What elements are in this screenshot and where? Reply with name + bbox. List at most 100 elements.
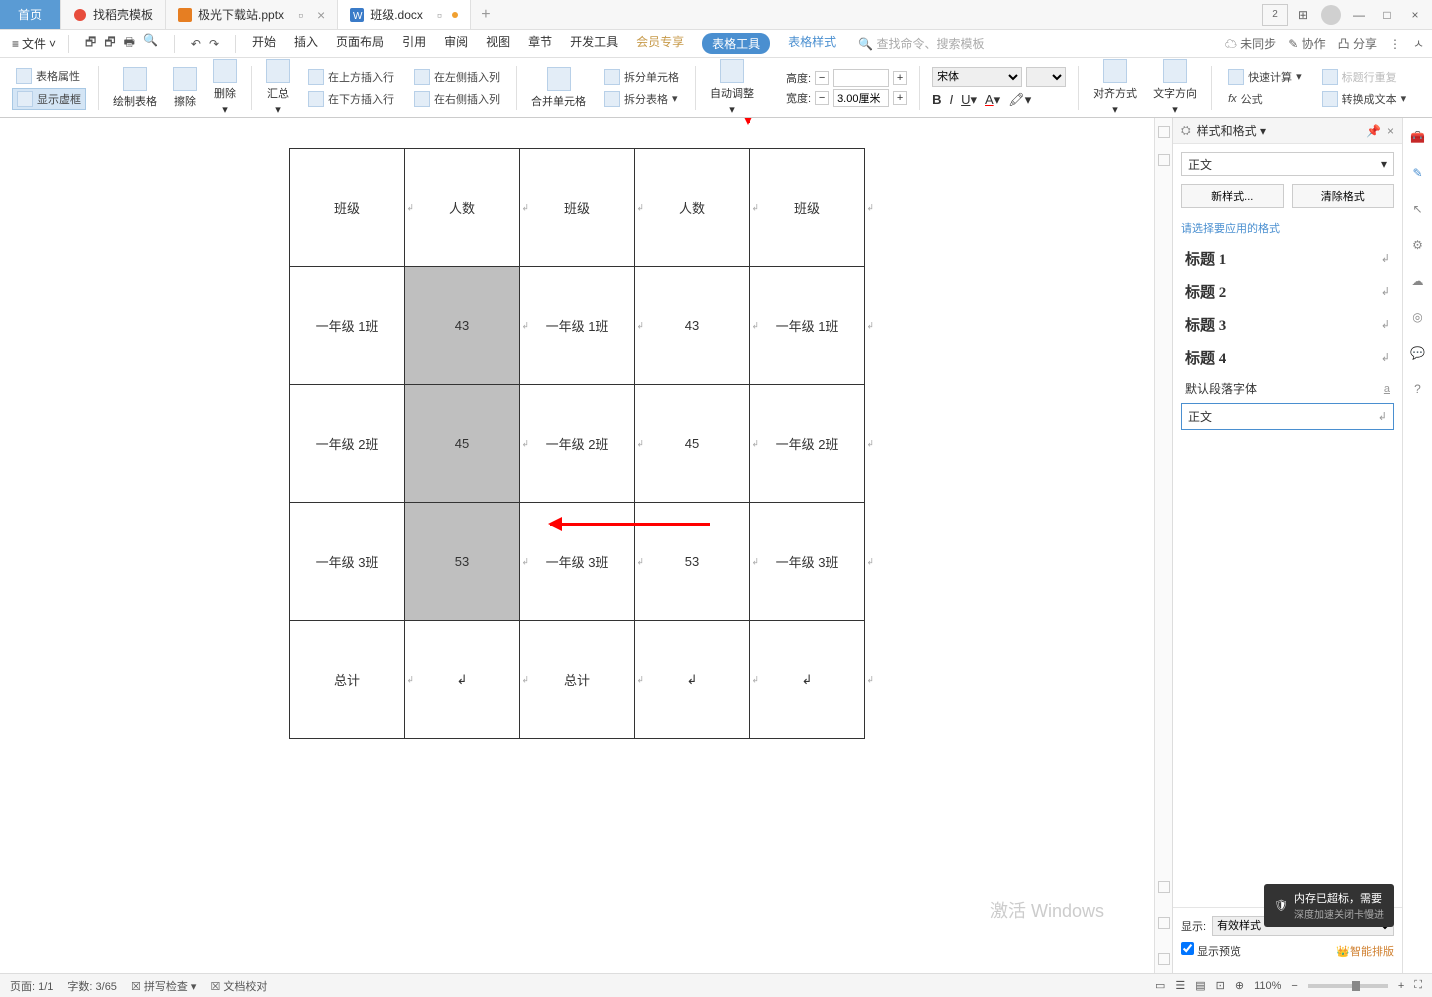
zoom-slider[interactable] (1308, 984, 1388, 988)
tab-table-style[interactable]: 表格样式 (788, 33, 836, 54)
collapse-ribbon-icon[interactable]: ㅅ (1413, 35, 1424, 52)
select-icon[interactable]: ↖ (1409, 200, 1427, 218)
cell-r1c3[interactable]: 一年级 1班↲ (520, 267, 635, 385)
coop-button[interactable]: ✎ 协作 (1288, 35, 1325, 52)
share-button[interactable]: 凸 分享 (1338, 35, 1377, 52)
gutter-icon[interactable] (1158, 881, 1170, 893)
undo-icon[interactable]: ↶ (191, 37, 201, 51)
settings-icon[interactable]: ⚙ (1409, 236, 1427, 254)
style-body[interactable]: 正文↲ (1181, 403, 1394, 430)
quick-calc-button[interactable]: 快速计算▾ (1224, 67, 1306, 87)
split-table-button[interactable]: 拆分表格▾ (600, 89, 683, 109)
cell-r4c1[interactable]: 总计↲ (290, 621, 405, 739)
page-indicator[interactable]: 页面: 1/1 (10, 978, 53, 994)
cell-r3c2[interactable]: 53↲ (405, 503, 520, 621)
toolbox-icon[interactable]: 🧰 (1409, 128, 1427, 146)
font-size-select[interactable] (1026, 67, 1066, 87)
tab-start[interactable]: 开始 (252, 33, 276, 54)
to-text-button[interactable]: 转换成文本▾ (1318, 89, 1411, 109)
view-web-icon[interactable]: ☰ (1175, 979, 1185, 992)
cell-h4[interactable]: 人数↲ (635, 149, 750, 267)
minimize-button[interactable]: — (1346, 4, 1372, 26)
zoom-out-button[interactable]: − (1291, 980, 1297, 992)
zoom-fit-icon[interactable]: ⊕ (1235, 979, 1244, 992)
tab-menu-icon[interactable]: ▫ (298, 7, 303, 23)
tab-layout[interactable]: 页面布局 (336, 33, 384, 54)
search-input[interactable]: 🔍 查找命令、搜索模板 (858, 35, 984, 52)
font-color-button[interactable]: A▾ (985, 92, 1000, 108)
width-plus-button[interactable]: + (893, 91, 907, 105)
tab-table-tools[interactable]: 表格工具 (702, 33, 770, 54)
delete-button[interactable]: 删除▾ (207, 58, 243, 118)
memory-warning[interactable]: 🛡 内存已超标，需要 深度加速关闭卡慢进 (1264, 884, 1394, 927)
chat-icon[interactable]: 💬 (1409, 344, 1427, 362)
style-h3[interactable]: 标题 3↲ (1181, 308, 1394, 341)
clear-format-button[interactable]: 清除格式 (1292, 184, 1395, 208)
cell-r2c3[interactable]: 一年级 2班↲ (520, 385, 635, 503)
autofit-button[interactable]: 自动调整▾ (704, 58, 760, 118)
italic-button[interactable]: I (949, 92, 953, 108)
cell-r2c4[interactable]: 45↲ (635, 385, 750, 503)
preview-checkbox[interactable]: 显示预览 (1181, 942, 1241, 959)
help-icon[interactable]: ? (1409, 380, 1427, 398)
tab-dev[interactable]: 开发工具 (570, 33, 618, 54)
highlight-button[interactable]: 🖍▾ (1008, 92, 1031, 108)
cell-r2c1[interactable]: 一年级 2班↲ (290, 385, 405, 503)
table-attr-button[interactable]: 表格属性 (12, 66, 86, 86)
view-read-icon[interactable]: ⊡ (1216, 979, 1225, 992)
underline-button[interactable]: U▾ (961, 92, 977, 108)
cell-h3[interactable]: 班级↲ (520, 149, 635, 267)
draw-table-button[interactable]: 绘制表格 (107, 65, 163, 111)
style-h4[interactable]: 标题 4↲ (1181, 341, 1394, 374)
bold-button[interactable]: B (932, 92, 941, 108)
save-icon[interactable]: 🗗 (85, 33, 96, 54)
tab-templates[interactable]: 找稻壳模板 (61, 0, 166, 29)
cell-r2c5[interactable]: 一年级 2班↲ (750, 385, 865, 503)
insert-right-button[interactable]: 在右侧插入列 (410, 89, 504, 109)
redo-icon[interactable]: ↷ (209, 37, 219, 51)
height-input[interactable] (833, 69, 889, 87)
tab-chapter[interactable]: 章节 (528, 33, 552, 54)
gutter-icon[interactable] (1158, 126, 1170, 138)
proof-read[interactable]: ☒ 文档校对 (210, 978, 267, 994)
print-icon[interactable]: 🖶 (124, 33, 135, 54)
cell-h5[interactable]: 班级↲ (750, 149, 865, 267)
tab-reference[interactable]: 引用 (402, 33, 426, 54)
class-table[interactable]: 班级↲ 人数↲ 班级↲ 人数↲ 班级↲ 一年级 1班↲ 43↲ 一年级 1班↲ … (289, 148, 865, 739)
close-icon[interactable]: × (317, 7, 325, 23)
cell-r4c2[interactable]: ↲↲ (405, 621, 520, 739)
formula-button[interactable]: fx 公式 (1224, 89, 1306, 109)
spell-check[interactable]: ☒ 拼写检查 ▾ (131, 978, 197, 994)
cell-r4c3[interactable]: 总计↲ (520, 621, 635, 739)
cell-r1c4[interactable]: 43↲ (635, 267, 750, 385)
document-area[interactable]: 班级↲ 人数↲ 班级↲ 人数↲ 班级↲ 一年级 1班↲ 43↲ 一年级 1班↲ … (0, 118, 1154, 973)
view-page-icon[interactable]: ▭ (1155, 979, 1165, 992)
avatar[interactable] (1318, 4, 1344, 26)
zoom-in-button[interactable]: + (1398, 980, 1404, 992)
cell-r2c2[interactable]: 45↲ (405, 385, 520, 503)
summary-button[interactable]: 汇总▾ (260, 58, 296, 118)
location-icon[interactable]: ◎ (1409, 308, 1427, 326)
tab-review[interactable]: 审阅 (444, 33, 468, 54)
tab-pptx[interactable]: 极光下载站.pptx ▫ × (166, 0, 338, 29)
height-minus-button[interactable]: − (815, 71, 829, 85)
width-minus-button[interactable]: − (815, 91, 829, 105)
more-icon[interactable]: ⋮ (1389, 37, 1401, 51)
fullscreen-icon[interactable]: ⛶ (1414, 979, 1422, 992)
align-button[interactable]: 对齐方式▾ (1087, 58, 1143, 118)
smart-layout-link[interactable]: 👑智能排版 (1336, 943, 1394, 959)
cell-r4c4[interactable]: ↲↲ (635, 621, 750, 739)
word-count[interactable]: 字数: 3/65 (67, 978, 117, 994)
insert-bottom-button[interactable]: 在下方插入行 (304, 89, 398, 109)
merge-cell-button[interactable]: 合并单元格 (525, 65, 592, 111)
cell-r3c4[interactable]: 53↲ (635, 503, 750, 621)
view-outline-icon[interactable]: ▤ (1195, 979, 1205, 992)
panel-settings-icon[interactable]: ⛭ (1181, 123, 1191, 138)
title-repeat-button[interactable]: 标题行重复 (1318, 67, 1411, 87)
workspace-button[interactable]: 2 (1262, 4, 1288, 26)
cell-r1c2[interactable]: 43↲ (405, 267, 520, 385)
split-cell-button[interactable]: 拆分单元格 (600, 67, 683, 87)
zoom-value[interactable]: 110% (1254, 980, 1281, 992)
cloud-icon[interactable]: ☁ (1409, 272, 1427, 290)
pin-icon[interactable]: 📌 (1366, 124, 1381, 138)
